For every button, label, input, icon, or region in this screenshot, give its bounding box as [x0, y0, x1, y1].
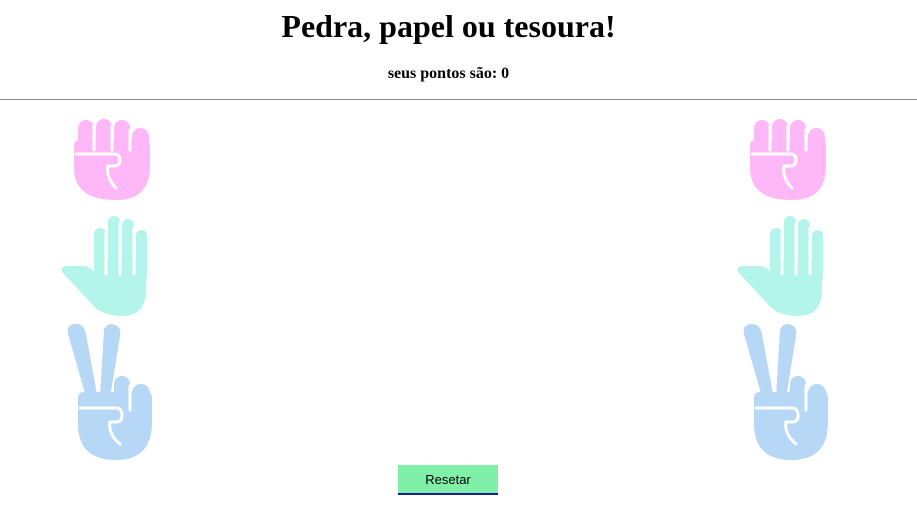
computer-paper-icon: [736, 214, 836, 318]
player-paper-icon[interactable]: [60, 214, 160, 318]
reset-button[interactable]: Resetar: [398, 465, 498, 495]
computer-rock-icon: [744, 116, 832, 204]
header-divider: [0, 99, 917, 100]
score-display: seus pontos são: 0: [387, 65, 510, 82]
player-rock-icon[interactable]: [68, 116, 156, 204]
player-scissors-icon[interactable]: [64, 324, 156, 462]
page-title: Pedra, papel ou tesoura!: [281, 8, 616, 44]
computer-scissors-icon: [740, 324, 832, 462]
